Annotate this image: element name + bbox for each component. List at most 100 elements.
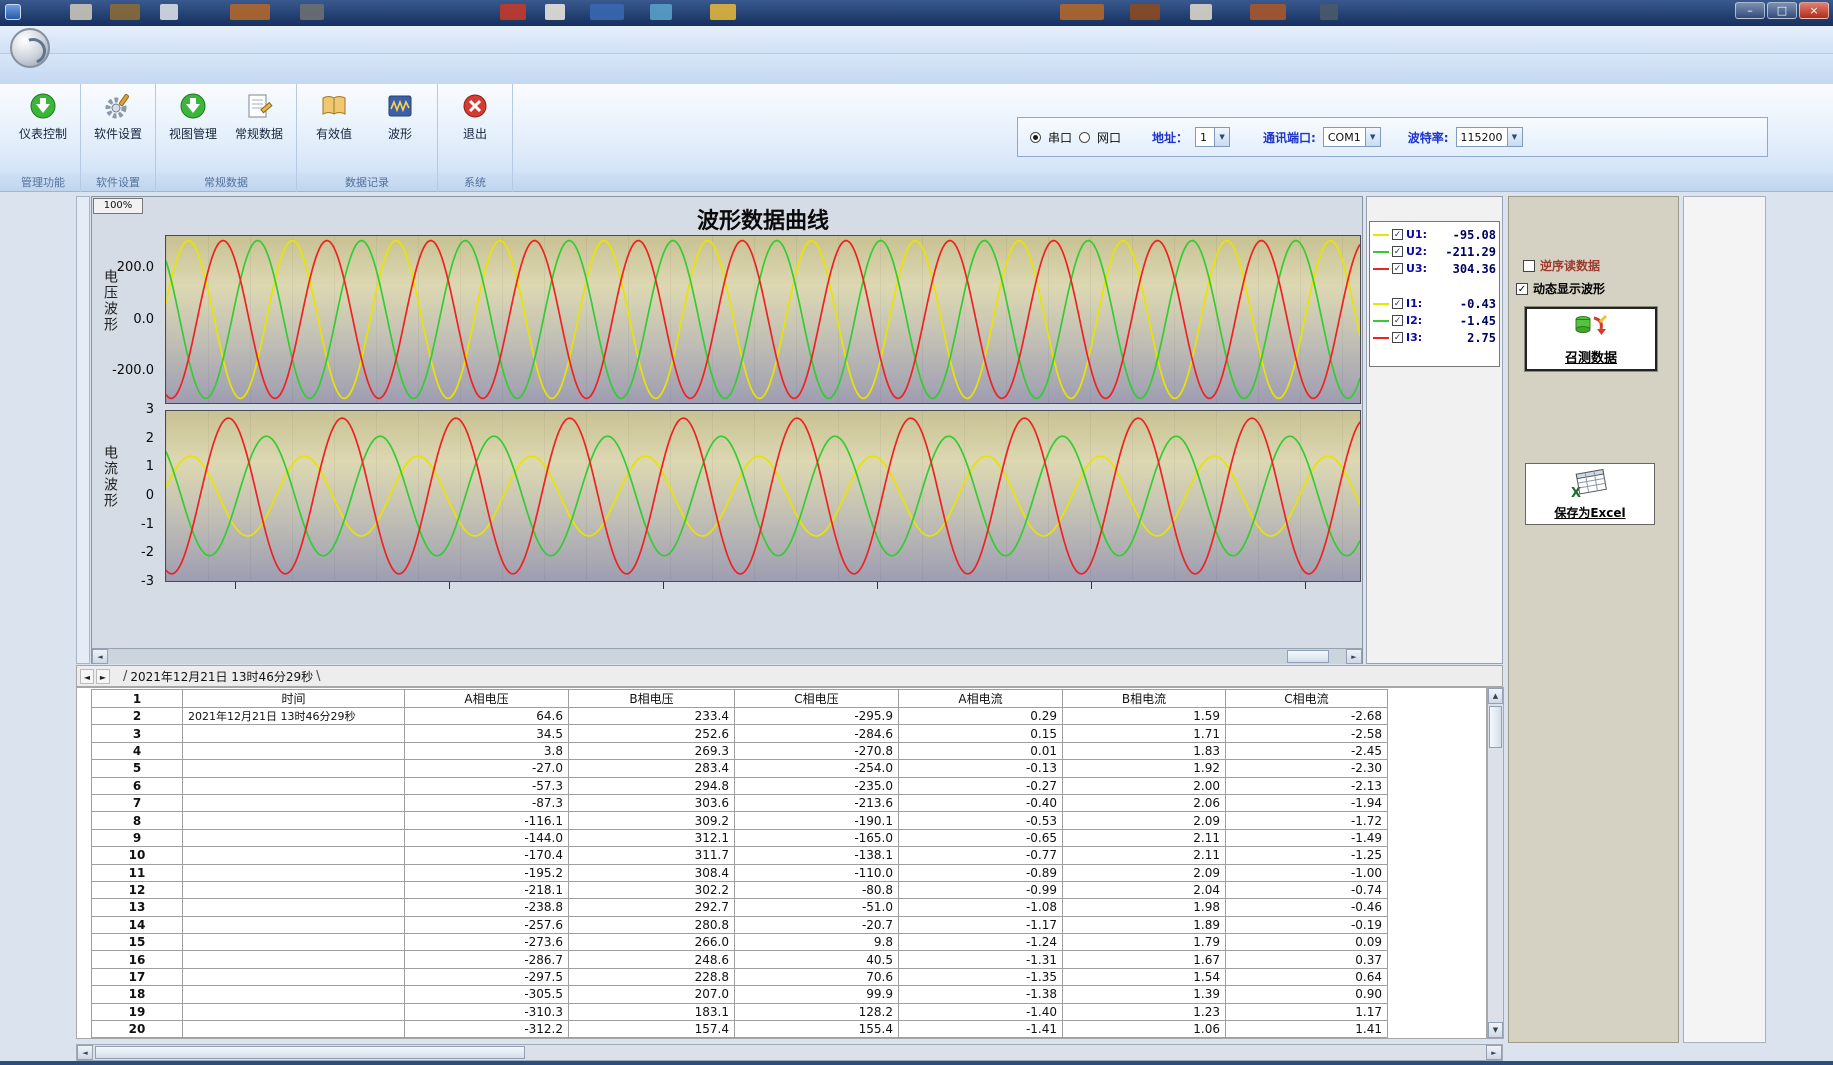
data-cell[interactable]: -1.31 bbox=[899, 951, 1063, 968]
data-cell[interactable]: -305.5 bbox=[405, 986, 569, 1003]
data-cell[interactable]: 2.09 bbox=[1063, 812, 1226, 829]
data-cell[interactable]: -312.2 bbox=[405, 1021, 569, 1038]
data-cell[interactable]: -270.8 bbox=[735, 742, 899, 759]
data-cell[interactable] bbox=[183, 725, 405, 742]
data-cell[interactable]: -273.6 bbox=[405, 934, 569, 951]
data-cell[interactable]: -1.41 bbox=[899, 1021, 1063, 1038]
data-cell[interactable]: -238.8 bbox=[405, 899, 569, 916]
data-cell[interactable]: 2.06 bbox=[1063, 794, 1226, 811]
data-cell[interactable]: 0.37 bbox=[1226, 951, 1388, 968]
data-cell[interactable]: -2.58 bbox=[1226, 725, 1388, 742]
scroll-left-icon[interactable]: ◄ bbox=[77, 1045, 93, 1060]
ribbon-button-waveform[interactable]: 波形 bbox=[369, 86, 431, 142]
ribbon-button-instrument-control[interactable]: 仪表控制 bbox=[12, 86, 74, 142]
data-cell[interactable]: 308.4 bbox=[569, 864, 735, 881]
data-cell[interactable] bbox=[183, 968, 405, 985]
data-cell[interactable]: -1.17 bbox=[899, 916, 1063, 933]
data-cell[interactable]: -1.25 bbox=[1226, 847, 1388, 864]
data-cell[interactable]: 1.79 bbox=[1063, 934, 1226, 951]
data-cell[interactable]: -0.40 bbox=[899, 794, 1063, 811]
data-cell[interactable]: -138.1 bbox=[735, 847, 899, 864]
data-cell[interactable] bbox=[183, 986, 405, 1003]
data-cell[interactable]: 0.90 bbox=[1226, 986, 1388, 1003]
legend-checkbox[interactable]: ✓ bbox=[1392, 263, 1403, 274]
data-cell[interactable]: 1.89 bbox=[1063, 916, 1226, 933]
maximize-button[interactable]: □ bbox=[1767, 2, 1797, 19]
data-cell[interactable]: 312.1 bbox=[569, 829, 735, 846]
data-cell[interactable]: 266.0 bbox=[569, 934, 735, 951]
data-cell[interactable]: 269.3 bbox=[569, 742, 735, 759]
baud-select[interactable]: 115200 ▼ bbox=[1456, 127, 1523, 147]
address-select[interactable]: 1 ▼ bbox=[1195, 127, 1230, 147]
data-cell[interactable]: 2.04 bbox=[1063, 881, 1226, 898]
scroll-up-icon[interactable]: ▲ bbox=[1488, 688, 1503, 704]
data-cell[interactable]: 99.9 bbox=[735, 986, 899, 1003]
chart-scroll-thumb[interactable] bbox=[1287, 650, 1329, 663]
scroll-right-icon[interactable]: ► bbox=[1346, 649, 1362, 664]
data-cell[interactable]: -257.6 bbox=[405, 916, 569, 933]
data-cell[interactable]: -1.24 bbox=[899, 934, 1063, 951]
data-cell[interactable]: 3.8 bbox=[405, 742, 569, 759]
data-cell[interactable]: -297.5 bbox=[405, 968, 569, 985]
v-scroll-thumb[interactable] bbox=[1489, 706, 1502, 748]
data-cell[interactable]: 34.5 bbox=[405, 725, 569, 742]
data-cell[interactable]: -0.46 bbox=[1226, 899, 1388, 916]
data-cell[interactable]: 40.5 bbox=[735, 951, 899, 968]
data-cell[interactable]: 303.6 bbox=[569, 794, 735, 811]
data-cell[interactable]: 1.54 bbox=[1063, 968, 1226, 985]
data-cell[interactable]: 233.4 bbox=[569, 708, 735, 725]
ribbon-button-exit[interactable]: 退出 bbox=[444, 86, 506, 142]
data-cell[interactable]: -2.30 bbox=[1226, 760, 1388, 777]
data-cell[interactable]: 292.7 bbox=[569, 899, 735, 916]
data-cell[interactable]: 70.6 bbox=[735, 968, 899, 985]
tab-prev-button[interactable]: ◄ bbox=[80, 669, 94, 684]
data-cell[interactable]: 228.8 bbox=[569, 968, 735, 985]
data-cell[interactable]: 2.09 bbox=[1063, 864, 1226, 881]
data-cell[interactable]: -1.72 bbox=[1226, 812, 1388, 829]
data-cell[interactable]: 1.83 bbox=[1063, 742, 1226, 759]
data-cell[interactable] bbox=[183, 881, 405, 898]
data-cell[interactable]: -1.08 bbox=[899, 899, 1063, 916]
data-cell[interactable]: -165.0 bbox=[735, 829, 899, 846]
ribbon-button-view-manage[interactable]: 视图管理 bbox=[162, 86, 224, 142]
scroll-down-icon[interactable]: ▼ bbox=[1488, 1022, 1503, 1038]
table-v-scrollbar[interactable]: ▲ ▼ bbox=[1487, 687, 1504, 1039]
data-cell[interactable]: 0.64 bbox=[1226, 968, 1388, 985]
legend-checkbox[interactable]: ✓ bbox=[1392, 246, 1403, 257]
data-cell[interactable]: -284.6 bbox=[735, 725, 899, 742]
legend-checkbox[interactable]: ✓ bbox=[1392, 298, 1403, 309]
data-cell[interactable] bbox=[183, 951, 405, 968]
data-cell[interactable] bbox=[183, 829, 405, 846]
data-cell[interactable]: -2.45 bbox=[1226, 742, 1388, 759]
data-cell[interactable]: -0.19 bbox=[1226, 916, 1388, 933]
scroll-right-icon[interactable]: ► bbox=[1486, 1045, 1502, 1060]
data-cell[interactable]: 0.01 bbox=[899, 742, 1063, 759]
data-cell[interactable]: 252.6 bbox=[569, 725, 735, 742]
data-cell[interactable]: 128.2 bbox=[735, 1003, 899, 1020]
data-cell[interactable]: -0.74 bbox=[1226, 881, 1388, 898]
data-cell[interactable]: 2.00 bbox=[1063, 777, 1226, 794]
data-cell[interactable]: -20.7 bbox=[735, 916, 899, 933]
close-button[interactable]: × bbox=[1799, 2, 1829, 19]
data-cell[interactable]: 1.39 bbox=[1063, 986, 1226, 1003]
ribbon-button-regular-data[interactable]: 常规数据 bbox=[228, 86, 290, 142]
minimize-button[interactable]: – bbox=[1735, 2, 1765, 19]
data-cell[interactable]: -1.00 bbox=[1226, 864, 1388, 881]
data-cell[interactable]: 1.98 bbox=[1063, 899, 1226, 916]
data-cell[interactable]: -1.40 bbox=[899, 1003, 1063, 1020]
data-cell[interactable] bbox=[183, 742, 405, 759]
data-cell[interactable] bbox=[183, 864, 405, 881]
data-cell[interactable]: 1.17 bbox=[1226, 1003, 1388, 1020]
ribbon-button-rms[interactable]: 有效值 bbox=[303, 86, 365, 142]
data-cell[interactable]: -0.65 bbox=[899, 829, 1063, 846]
fetch-data-button[interactable]: 召测数据 bbox=[1525, 307, 1657, 371]
data-cell[interactable]: -87.3 bbox=[405, 794, 569, 811]
application-menu-button[interactable] bbox=[10, 28, 50, 68]
serial-radio[interactable] bbox=[1030, 132, 1041, 143]
ribbon-button-software-settings[interactable]: 软件设置 bbox=[87, 86, 149, 142]
reverse-read-checkbox[interactable] bbox=[1523, 260, 1535, 272]
data-cell[interactable]: -0.53 bbox=[899, 812, 1063, 829]
data-cell[interactable] bbox=[183, 760, 405, 777]
data-cell[interactable]: -235.0 bbox=[735, 777, 899, 794]
data-cell[interactable]: -0.77 bbox=[899, 847, 1063, 864]
